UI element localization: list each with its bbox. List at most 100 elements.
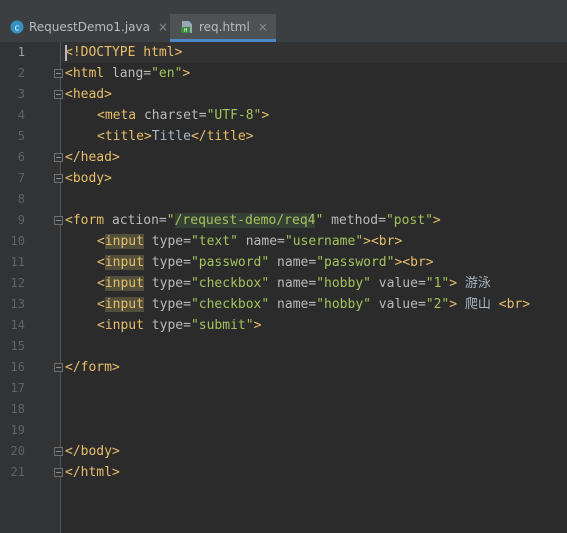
value-token: "password" <box>316 255 395 270</box>
tag-token: > <box>261 108 270 123</box>
line-number: 6 <box>17 150 25 164</box>
line-number: 4 <box>17 108 25 122</box>
svg-text:c: c <box>15 24 20 34</box>
tag-token: > <box>182 66 191 81</box>
value-token: "checkbox" <box>190 276 270 291</box>
tag-token: <form <box>65 213 105 228</box>
tag-token: ><br> <box>363 234 403 249</box>
fold-toggle-icon[interactable] <box>54 174 63 183</box>
code-line-20[interactable]: </body> <box>65 441 120 462</box>
attribute-token: name= <box>237 234 285 249</box>
value-token: "post" <box>385 213 433 228</box>
editor-tab-bar: c RequestDemo1.java × H req.html × <box>0 0 567 43</box>
code-editor[interactable]: 1 2 3 4 5 6 7 8 9 10 11 12 13 14 15 16 1… <box>0 42 567 533</box>
code-line-4[interactable]: <meta charset="UTF-8"> <box>97 105 269 126</box>
tag-token: <br> <box>498 297 531 312</box>
code-line-14[interactable]: <input type="submit"> <box>97 315 261 336</box>
code-line-3[interactable]: <head> <box>65 84 112 105</box>
text-caret <box>65 45 67 61</box>
attribute-token: type= <box>143 234 191 249</box>
line-number: 16 <box>10 360 25 374</box>
fold-toggle-icon[interactable] <box>54 90 63 99</box>
value-token: "en" <box>151 66 183 81</box>
tag-token: <meta <box>97 108 137 123</box>
fold-toggle-icon[interactable] <box>54 447 63 456</box>
tag-token: <body> <box>65 171 112 186</box>
value-token: "hobby" <box>316 297 371 312</box>
tag-token: < <box>97 276 105 291</box>
highlighted-tag-token: input <box>104 255 144 270</box>
attribute-token: type= <box>143 255 191 270</box>
url-path-token: /request-demo/req4 <box>174 213 316 228</box>
code-line-1[interactable]: <!DOCTYPE html> <box>65 42 182 63</box>
attribute-token: value= <box>370 297 426 312</box>
line-number: 17 <box>10 381 25 395</box>
fold-toggle-icon[interactable] <box>54 468 63 477</box>
attribute-token: charset= <box>136 108 207 123</box>
value-token: "1" <box>425 276 450 291</box>
tag-token: </head> <box>65 150 120 165</box>
tag-token: < <box>97 297 105 312</box>
value-token: " <box>166 213 175 228</box>
tag-token: <title> <box>97 129 152 144</box>
code-line-16[interactable]: </form> <box>65 357 120 378</box>
attribute-token: lang= <box>104 66 152 81</box>
line-number: 10 <box>10 234 25 248</box>
line-number: 2 <box>17 66 25 80</box>
tag-token: > <box>253 318 262 333</box>
fold-toggle-icon[interactable] <box>54 363 63 372</box>
value-token: "2" <box>425 297 450 312</box>
line-number: 15 <box>10 339 25 353</box>
code-line-9[interactable]: <form action="/request-demo/req4" method… <box>65 210 441 231</box>
highlighted-tag-token: input <box>104 234 144 249</box>
line-number: 18 <box>10 402 25 416</box>
value-token: "text" <box>190 234 238 249</box>
attribute-token: name= <box>269 255 317 270</box>
code-line-12[interactable]: <input type="checkbox" name="hobby" valu… <box>97 273 491 294</box>
line-number: 8 <box>17 192 25 206</box>
attribute-token: method= <box>323 213 386 228</box>
highlighted-tag-token: input <box>104 297 144 312</box>
tag-token: > <box>449 297 458 312</box>
tab-req-html[interactable]: H req.html × <box>170 14 276 42</box>
attribute-token: type= <box>143 318 191 333</box>
tag-token: ><br> <box>394 255 434 270</box>
tag-token: </body> <box>65 444 120 459</box>
fold-toggle-icon[interactable] <box>54 216 63 225</box>
line-number: 7 <box>17 171 25 185</box>
tab-label: req.html <box>199 20 250 34</box>
line-number: 5 <box>17 129 25 143</box>
tag-token: > <box>432 213 441 228</box>
line-number: 9 <box>17 213 25 227</box>
tag-token: < <box>97 234 105 249</box>
text-token: 游泳 <box>457 276 491 291</box>
code-line-10[interactable]: <input type="text" name="username"><br> <box>97 231 402 252</box>
attribute-token: type= <box>143 276 191 291</box>
close-icon[interactable]: × <box>258 20 268 34</box>
fold-toggle-icon[interactable] <box>54 69 63 78</box>
line-number: 20 <box>10 444 25 458</box>
code-line-7[interactable]: <body> <box>65 168 112 189</box>
html-file-icon: H <box>181 21 192 34</box>
fold-toggle-icon[interactable] <box>54 153 63 162</box>
value-token: "UTF-8" <box>206 108 262 123</box>
highlighted-tag-token: input <box>104 276 144 291</box>
attribute-token: action= <box>104 213 167 228</box>
tag-token: > <box>449 276 458 291</box>
line-number: 3 <box>17 87 25 101</box>
code-line-6[interactable]: </head> <box>65 147 120 168</box>
tab-requestdemo1-java[interactable]: c RequestDemo1.java × <box>0 14 176 40</box>
code-line-13[interactable]: <input type="checkbox" name="hobby" valu… <box>97 294 530 315</box>
code-line-2[interactable]: <html lang="en"> <box>65 63 190 84</box>
java-class-icon: c <box>10 20 24 34</box>
attribute-token: value= <box>370 276 426 291</box>
attribute-token: name= <box>269 297 317 312</box>
tag-token: < <box>97 255 105 270</box>
code-line-21[interactable]: </html> <box>65 462 120 483</box>
value-token: "submit" <box>190 318 254 333</box>
code-line-11[interactable]: <input type="password" name="password"><… <box>97 252 434 273</box>
tag-token: <head> <box>65 87 112 102</box>
code-line-5[interactable]: <title>Title</title> <box>97 126 254 147</box>
close-icon[interactable]: × <box>158 20 168 34</box>
line-number: 12 <box>10 276 25 290</box>
